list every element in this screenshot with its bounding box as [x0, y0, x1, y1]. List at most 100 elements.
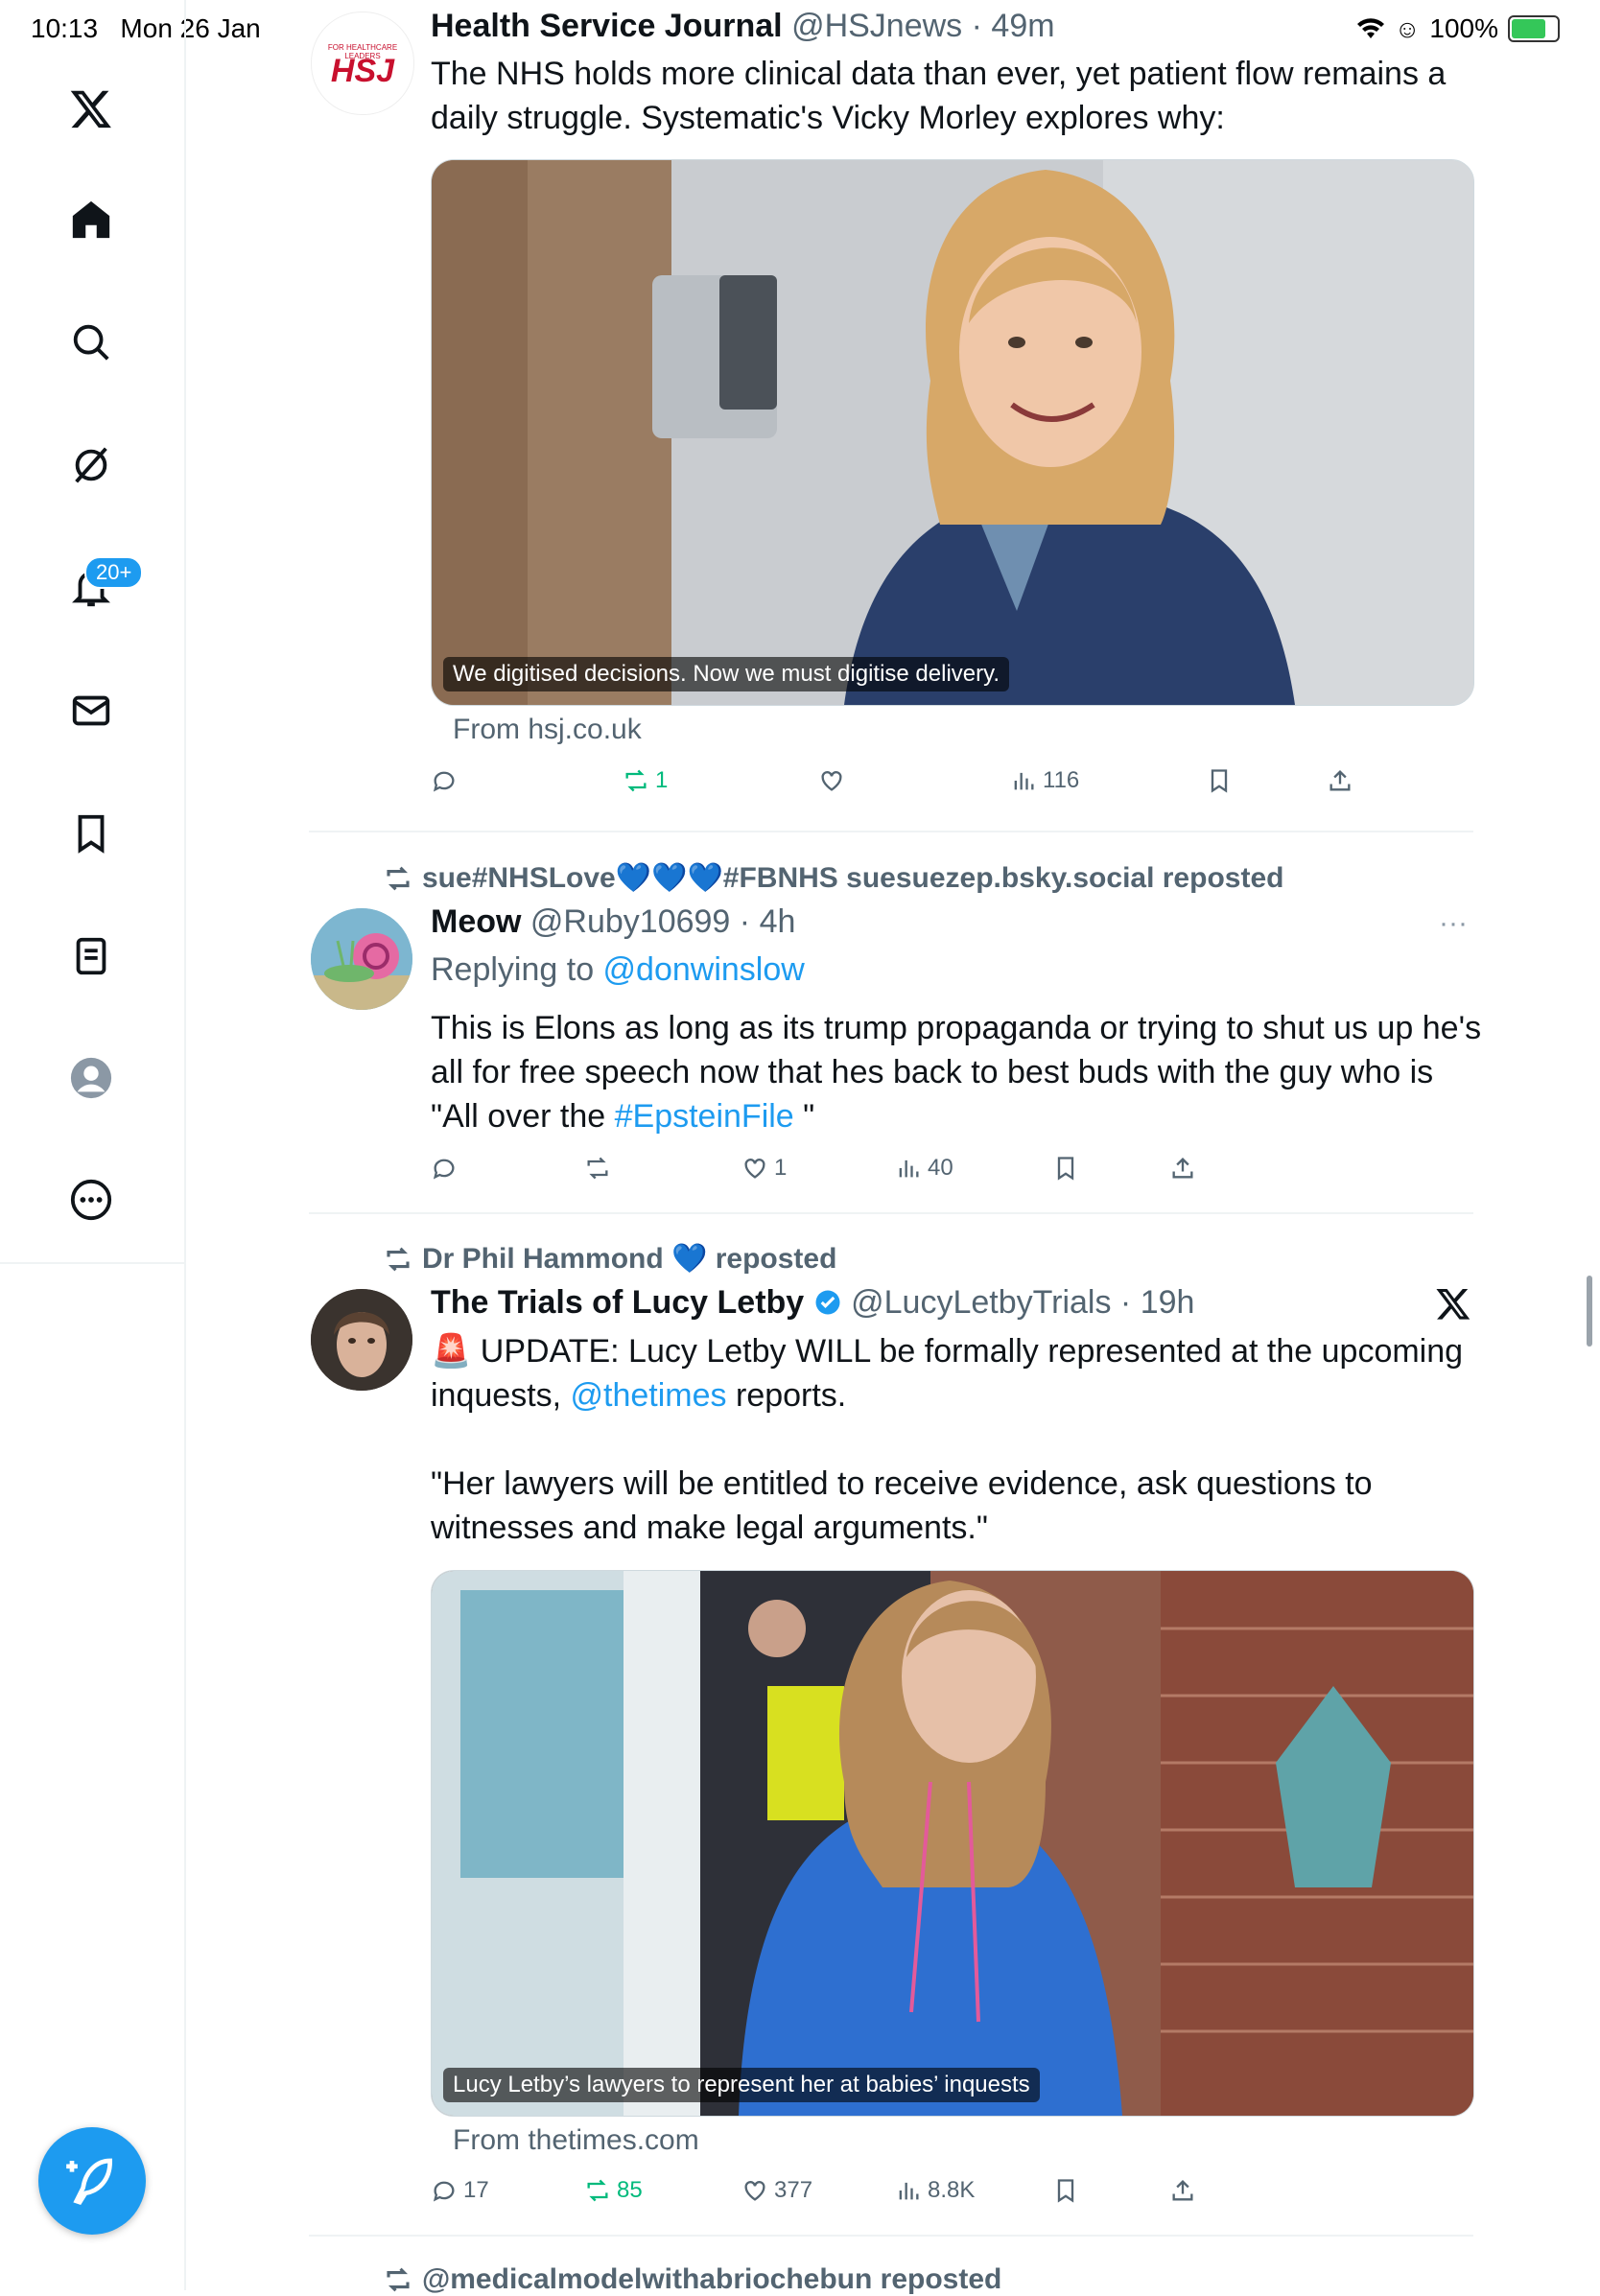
views-button[interactable]: 116: [1010, 767, 1079, 794]
repost-button[interactable]: 1: [623, 767, 668, 794]
repost-count: 85: [617, 2177, 643, 2203]
tweet-text: 🚨 UPDATE: Lucy Letby WILL be formally re…: [431, 1329, 1486, 1417]
repost-button[interactable]: 85: [584, 2177, 643, 2204]
reposted-by[interactable]: sue#NHSLove💙💙💙#FBNHS suesuezep.bsky.soci…: [422, 861, 1283, 895]
sidebar-divider: [184, 1262, 186, 2290]
tweet-author-line: Health Service Journal @HSJnews · 49m: [431, 8, 1595, 45]
tweet-divider: [309, 831, 1473, 832]
avatar[interactable]: [311, 908, 412, 1010]
tweet-actions: 1 116: [431, 767, 1472, 806]
verified-badge-icon: [815, 1290, 840, 1315]
author-name[interactable]: Meow: [431, 903, 521, 940]
reposted-by[interactable]: @medicalmodelwithabriochebun reposted: [422, 2263, 1001, 2296]
repost-count: 1: [655, 767, 669, 793]
bookmark-button[interactable]: [1206, 767, 1233, 794]
avatar[interactable]: FOR HEALTHCARE LEADERS HSJ: [311, 12, 414, 115]
share-button[interactable]: [1169, 1155, 1196, 1182]
notifications-badge: 20+: [84, 556, 144, 589]
author-handle[interactable]: @LucyLetbyTrials: [851, 1284, 1111, 1321]
repost-icon: [587, 2179, 608, 2202]
repost-icon: [387, 1247, 410, 1271]
repost-button[interactable]: [584, 1155, 617, 1182]
link-card-image[interactable]: We digitised decisions. Now we must digi…: [431, 159, 1474, 706]
card-caption: We digitised decisions. Now we must digi…: [443, 657, 1010, 691]
avatar[interactable]: [311, 1289, 412, 1391]
views-button[interactable]: 40: [895, 1155, 953, 1182]
tweet-time[interactable]: · 49m: [972, 8, 1055, 44]
tweet-divider: [309, 1212, 1473, 1214]
repost-context: Dr Phil Hammond 💙 reposted: [382, 1242, 836, 1276]
repost-icon: [625, 769, 647, 792]
like-button[interactable]: [818, 767, 851, 794]
reply-button[interactable]: [431, 767, 463, 794]
avatar-logo-text: HSJ: [330, 53, 395, 89]
mention-link[interactable]: @thetimes: [571, 1377, 727, 1414]
tweet-text-part: reports.: [726, 1377, 847, 1414]
bookmarks-icon[interactable]: [65, 808, 117, 859]
profile-icon[interactable]: [65, 1052, 117, 1104]
more-options-icon[interactable]: ···: [1439, 907, 1468, 940]
avatar-image: [311, 908, 412, 1010]
avatar-image: [311, 1289, 412, 1391]
repost-context: sue#NHSLove💙💙💙#FBNHS suesuezep.bsky.soci…: [382, 861, 1283, 895]
views-count: 8.8K: [928, 2177, 976, 2203]
share-icon: [1172, 2180, 1193, 2201]
card-source[interactable]: From hsj.co.uk: [453, 714, 642, 746]
grok-icon[interactable]: [65, 439, 117, 491]
views-button[interactable]: 8.8K: [895, 2177, 975, 2204]
bookmark-button[interactable]: [1052, 2177, 1079, 2204]
card-source[interactable]: From thetimes.com: [453, 2124, 699, 2157]
like-button[interactable]: 1: [741, 1155, 787, 1182]
reply-icon: [433, 771, 455, 792]
x-logo-icon[interactable]: [65, 82, 117, 134]
compose-icon: [66, 2158, 112, 2205]
repost-icon: [587, 1157, 608, 1180]
like-count: 377: [774, 2177, 813, 2203]
scrollbar[interactable]: [1587, 1276, 1592, 1347]
replying-to-link[interactable]: @donwinslow: [603, 951, 805, 988]
reposted-by[interactable]: Dr Phil Hammond 💙 reposted: [422, 1242, 836, 1276]
bookmark-icon: [1057, 2179, 1074, 2203]
replying-prefix: Replying to: [431, 951, 603, 988]
views-icon: [899, 1160, 919, 1178]
tweet-text: The NHS holds more clinical data than ev…: [431, 56, 1447, 136]
card-photo: [432, 1571, 1473, 2116]
share-icon: [1329, 770, 1351, 791]
tweet-divider: [309, 2235, 1473, 2237]
messages-icon[interactable]: [65, 685, 117, 737]
repost-context: @medicalmodelwithabriochebun reposted: [382, 2263, 1001, 2296]
tweet-time[interactable]: · 4h: [740, 903, 796, 940]
tweet-author-line: The Trials of Lucy Letby @LucyLetbyTrial…: [431, 1284, 1194, 1322]
heart-icon: [744, 2181, 765, 2201]
author-handle[interactable]: @HSJnews: [791, 8, 962, 44]
hashtag-link[interactable]: #EpsteinFile: [615, 1098, 794, 1135]
x-logo-icon[interactable]: [1435, 1285, 1471, 1326]
views-icon: [1014, 772, 1034, 790]
reply-button[interactable]: [431, 1155, 463, 1182]
bookmark-button[interactable]: [1052, 1155, 1079, 1182]
card-caption: Lucy Letby’s lawyers to represent her at…: [443, 2068, 1040, 2102]
author-name[interactable]: The Trials of Lucy Letby: [431, 1284, 804, 1321]
author-name[interactable]: Health Service Journal: [431, 8, 783, 44]
author-handle[interactable]: @Ruby10699: [530, 903, 730, 940]
reply-icon: [433, 2181, 455, 2202]
lists-icon[interactable]: [65, 930, 117, 982]
tweet-actions: 17 85 377 8.8K: [431, 2177, 1472, 2215]
link-card-image[interactable]: Lucy Letby’s lawyers to represent her at…: [431, 1570, 1474, 2117]
tweet-text-part: This is Elons as long as its trump propa…: [431, 1010, 1482, 1135]
replying-to-line: Replying to @donwinslow: [431, 951, 805, 989]
share-button[interactable]: [1327, 767, 1353, 794]
home-icon[interactable]: [65, 194, 117, 246]
like-button[interactable]: 377: [741, 2177, 812, 2204]
reply-button[interactable]: 17: [431, 2177, 489, 2204]
heart-icon: [744, 1159, 765, 1179]
reply-count: 17: [463, 2177, 489, 2203]
search-icon[interactable]: [65, 316, 117, 368]
sidebar: 20+: [0, 0, 186, 1264]
compose-button[interactable]: [38, 2127, 146, 2235]
share-button[interactable]: [1169, 2177, 1196, 2204]
more-icon[interactable]: [65, 1174, 117, 1226]
bookmark-icon: [1057, 1157, 1074, 1181]
tweet-time[interactable]: · 19h: [1120, 1284, 1195, 1321]
bookmark-icon: [1211, 769, 1228, 793]
